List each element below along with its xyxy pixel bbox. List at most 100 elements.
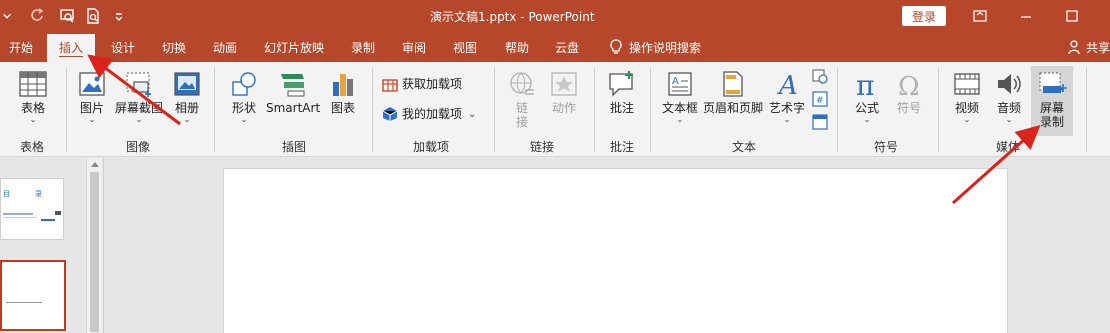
thumbnail-line	[6, 302, 42, 303]
svg-text:Ω: Ω	[898, 72, 920, 98]
chevron-down-icon: ⌄	[240, 115, 248, 124]
document-title: 演示文稿1.pptx - PowerPoint	[430, 10, 595, 24]
audio-button[interactable]: 音频 ⌄	[990, 70, 1028, 125]
tab-label: 开始	[8, 40, 33, 55]
group-label-illustrations: 插图	[282, 140, 307, 154]
login-button[interactable]: 登录	[902, 6, 946, 26]
thumbnail-line	[3, 213, 33, 215]
table-button[interactable]: 表格 ⌄	[10, 70, 56, 125]
smartart-label: SmartArt	[266, 101, 321, 115]
quick-access-toolbar	[0, 0, 132, 32]
redo-icon[interactable]	[26, 0, 50, 32]
scrollbar-thumb[interactable]	[90, 172, 99, 332]
smartart-button[interactable]: SmartArt	[266, 70, 320, 115]
group-label-text: 文本	[732, 140, 757, 154]
photo-album-icon	[174, 72, 200, 96]
tab-design[interactable]: 设计	[103, 32, 143, 62]
share-label: 共享	[1085, 40, 1110, 55]
screenshot-button[interactable]: 屏幕截图 ⌄	[112, 70, 166, 125]
slide-canvas[interactable]	[223, 168, 1008, 333]
workspace: 目 录	[0, 158, 1110, 333]
comment-button[interactable]: 批注	[604, 70, 640, 115]
picture-button[interactable]: 图片 ⌄	[74, 70, 110, 125]
tab-label: 录制	[350, 40, 375, 55]
group-separator	[650, 68, 651, 152]
scroll-up-arrow-icon[interactable]	[91, 162, 99, 167]
symbol-button[interactable]: Ω 符号	[890, 70, 928, 115]
header-footer-icon	[723, 71, 743, 97]
photo-album-label: 相册	[174, 101, 199, 115]
slide-thumbnail-1[interactable]: 目 录	[0, 178, 64, 240]
video-button[interactable]: 视频 ⌄	[948, 70, 986, 125]
wordart-icon: A	[777, 71, 798, 98]
photo-album-button[interactable]: 相册 ⌄	[170, 70, 204, 125]
action-label: 动作	[551, 101, 576, 115]
slide-thumbnail-pane: 目 录	[0, 158, 103, 333]
powerpoint-window: 演示文稿1.pptx - PowerPoint 登录 开始 插入 设计 切换 动…	[0, 0, 1110, 333]
group-label-symbols: 符号	[874, 140, 899, 154]
shapes-label: 形状	[231, 101, 256, 115]
link-label-2: 接	[515, 115, 528, 129]
slide-number-icon[interactable]: #	[812, 91, 828, 107]
shapes-icon	[232, 72, 256, 96]
tab-review[interactable]: 审阅	[393, 32, 435, 62]
slide-thumbnail-2[interactable]	[0, 260, 66, 331]
group-separator	[214, 68, 215, 152]
textbox-button[interactable]: A 文本框 ⌄	[660, 70, 700, 125]
thumbnail-scrollbar[interactable]	[86, 158, 102, 333]
chevron-down-icon: ⌄	[88, 115, 96, 124]
pane-divider[interactable]	[103, 158, 104, 333]
tab-view[interactable]: 视图	[445, 32, 485, 62]
chevron-down-icon: ⌄	[963, 115, 971, 124]
header-footer-button[interactable]: 页眉和页脚	[702, 70, 764, 115]
cube-icon	[382, 107, 398, 121]
action-button[interactable]: 动作	[544, 70, 584, 115]
print-preview-icon[interactable]	[80, 0, 106, 32]
share-button[interactable]: 共享	[1068, 32, 1110, 62]
thumbnail-title-b: 录	[35, 190, 42, 198]
minimize-icon[interactable]	[1006, 0, 1046, 32]
my-addins-button[interactable]: 我的加载项 ⌄	[382, 106, 486, 122]
object-icon[interactable]	[812, 114, 828, 130]
wordart-button[interactable]: A 艺术字 ⌄	[766, 70, 808, 125]
equation-button[interactable]: π 公式 ⌄	[848, 70, 886, 125]
tab-label: 插入	[58, 41, 83, 57]
svg-text:A: A	[777, 71, 798, 98]
tab-label: 幻灯片放映	[263, 40, 324, 55]
tab-cloud[interactable]: 云盘	[546, 32, 588, 62]
screen-recording-icon	[1039, 72, 1067, 93]
tab-help[interactable]: 帮助	[496, 32, 538, 62]
pi-icon: π	[856, 70, 874, 98]
maximize-icon[interactable]	[1052, 0, 1092, 32]
tab-transitions[interactable]: 切换	[154, 32, 194, 62]
group-separator	[594, 68, 595, 152]
undo-dropdown-icon[interactable]	[0, 0, 14, 32]
tab-insert[interactable]: 插入	[47, 34, 95, 62]
table-icon	[19, 71, 47, 97]
video-label: 视频	[954, 101, 979, 115]
date-time-icon[interactable]	[812, 68, 828, 84]
tab-label: 设计	[110, 40, 135, 55]
chevron-down-icon: ⌄	[183, 115, 191, 124]
action-star-icon	[551, 72, 577, 96]
link-button[interactable]: 链 接	[502, 70, 542, 129]
screenshot-icon	[126, 72, 151, 97]
group-separator	[66, 68, 67, 152]
tell-me-search[interactable]: 操作说明搜索	[600, 32, 710, 62]
tab-animations[interactable]: 动画	[204, 32, 246, 62]
shapes-button[interactable]: 形状 ⌄	[226, 70, 262, 125]
tab-label: 云盘	[554, 40, 579, 55]
get-addins-button[interactable]: 获取加载项	[382, 76, 486, 92]
tab-record[interactable]: 录制	[342, 32, 384, 62]
svg-text:A: A	[672, 76, 679, 87]
chart-button[interactable]: 图表	[326, 70, 360, 115]
tab-label: 审阅	[401, 40, 426, 55]
screen-recording-button[interactable]: 屏幕 录制	[1031, 66, 1073, 136]
customize-icon[interactable]	[106, 0, 132, 32]
tab-slideshow[interactable]: 幻灯片放映	[258, 32, 330, 62]
present-from-start-icon[interactable]	[54, 0, 80, 32]
picture-icon	[79, 72, 105, 96]
tab-home[interactable]: 开始	[0, 32, 42, 62]
dropdown-arrow-icon: ⌄	[468, 108, 477, 120]
ribbon-display-options-icon[interactable]	[960, 0, 1000, 32]
